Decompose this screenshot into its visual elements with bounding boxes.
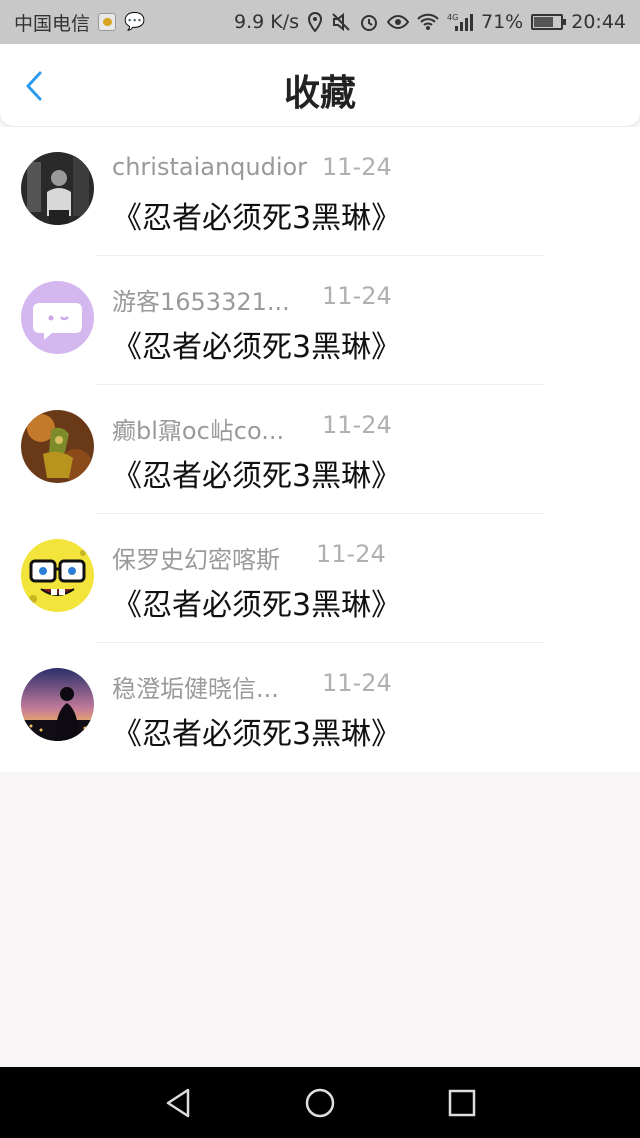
avatar[interactable] xyxy=(21,668,94,741)
item-date: 11-24 xyxy=(322,669,392,697)
avatar[interactable] xyxy=(21,152,94,225)
item-date: 11-24 xyxy=(316,540,386,568)
avatar[interactable] xyxy=(21,281,94,354)
avatar[interactable] xyxy=(21,539,94,612)
network-speed: 9.9 K/s xyxy=(233,11,299,33)
item-date: 11-24 xyxy=(322,411,392,439)
circle-home-icon xyxy=(305,1088,335,1118)
carrier-label: 中国电信 xyxy=(14,12,91,35)
user-name: 游客1653321... xyxy=(112,288,290,316)
nav-back-button[interactable] xyxy=(160,1085,196,1121)
clock: 20:44 xyxy=(571,11,626,33)
signal-icon: 4G xyxy=(447,12,473,32)
battery-icon xyxy=(531,14,567,30)
user-name: 稳澄垢健晓信... xyxy=(112,675,279,703)
item-content: 《忍者必须死3黑琳》 xyxy=(112,588,402,623)
mute-icon xyxy=(331,12,351,32)
eye-icon xyxy=(387,14,409,30)
square-recents-icon xyxy=(448,1089,476,1117)
nav-home-button[interactable] xyxy=(302,1085,338,1121)
favorites-list: christaianqudior 11-24 《忍者必须死3黑琳》 游客1653… xyxy=(0,127,640,772)
item-content: 《忍者必须死3黑琳》 xyxy=(112,717,402,752)
wifi-icon xyxy=(417,13,439,31)
item-date: 11-24 xyxy=(322,282,392,310)
header: 收藏 xyxy=(0,44,640,126)
list-item[interactable]: 保罗史幻密喀斯 11-24 《忍者必须死3黑琳》 xyxy=(0,514,640,643)
list-item[interactable]: christaianqudior 11-24 《忍者必须死3黑琳》 xyxy=(0,127,640,256)
triangle-back-icon xyxy=(166,1088,190,1118)
user-name: christaianqudior xyxy=(112,153,308,181)
svg-text:4G: 4G xyxy=(447,13,458,22)
list-item[interactable]: 游客1653321... 11-24 《忍者必须死3黑琳》 xyxy=(0,256,640,385)
item-date: 11-24 xyxy=(322,153,392,181)
item-content: 《忍者必须死3黑琳》 xyxy=(112,459,402,494)
battery-percent: 71% xyxy=(481,11,524,33)
user-name: 癫bl鼐oc岾co... xyxy=(112,417,285,445)
user-name: 保罗史幻密喀斯 xyxy=(112,546,280,574)
list-item[interactable]: 稳澄垢健晓信... 11-24 《忍者必须死3黑琳》 xyxy=(0,643,640,772)
list-item[interactable]: 癫bl鼐oc岾co... 11-24 《忍者必须死3黑琳》 xyxy=(0,385,640,514)
wechat-icon: 💬 xyxy=(124,12,146,32)
item-content: 《忍者必须死3黑琳》 xyxy=(112,201,402,236)
alarm-icon xyxy=(359,12,379,32)
navigation-bar xyxy=(0,1067,640,1138)
app-notification-icon xyxy=(98,13,117,31)
nav-recents-button[interactable] xyxy=(444,1085,480,1121)
avatar[interactable] xyxy=(21,410,94,483)
item-content: 《忍者必须死3黑琳》 xyxy=(112,330,402,365)
page-title: 收藏 xyxy=(283,73,356,114)
status-bar: 中国电信 💬 9.9 K/s 4G 71% 20:44 xyxy=(0,0,640,44)
location-icon xyxy=(307,12,323,32)
